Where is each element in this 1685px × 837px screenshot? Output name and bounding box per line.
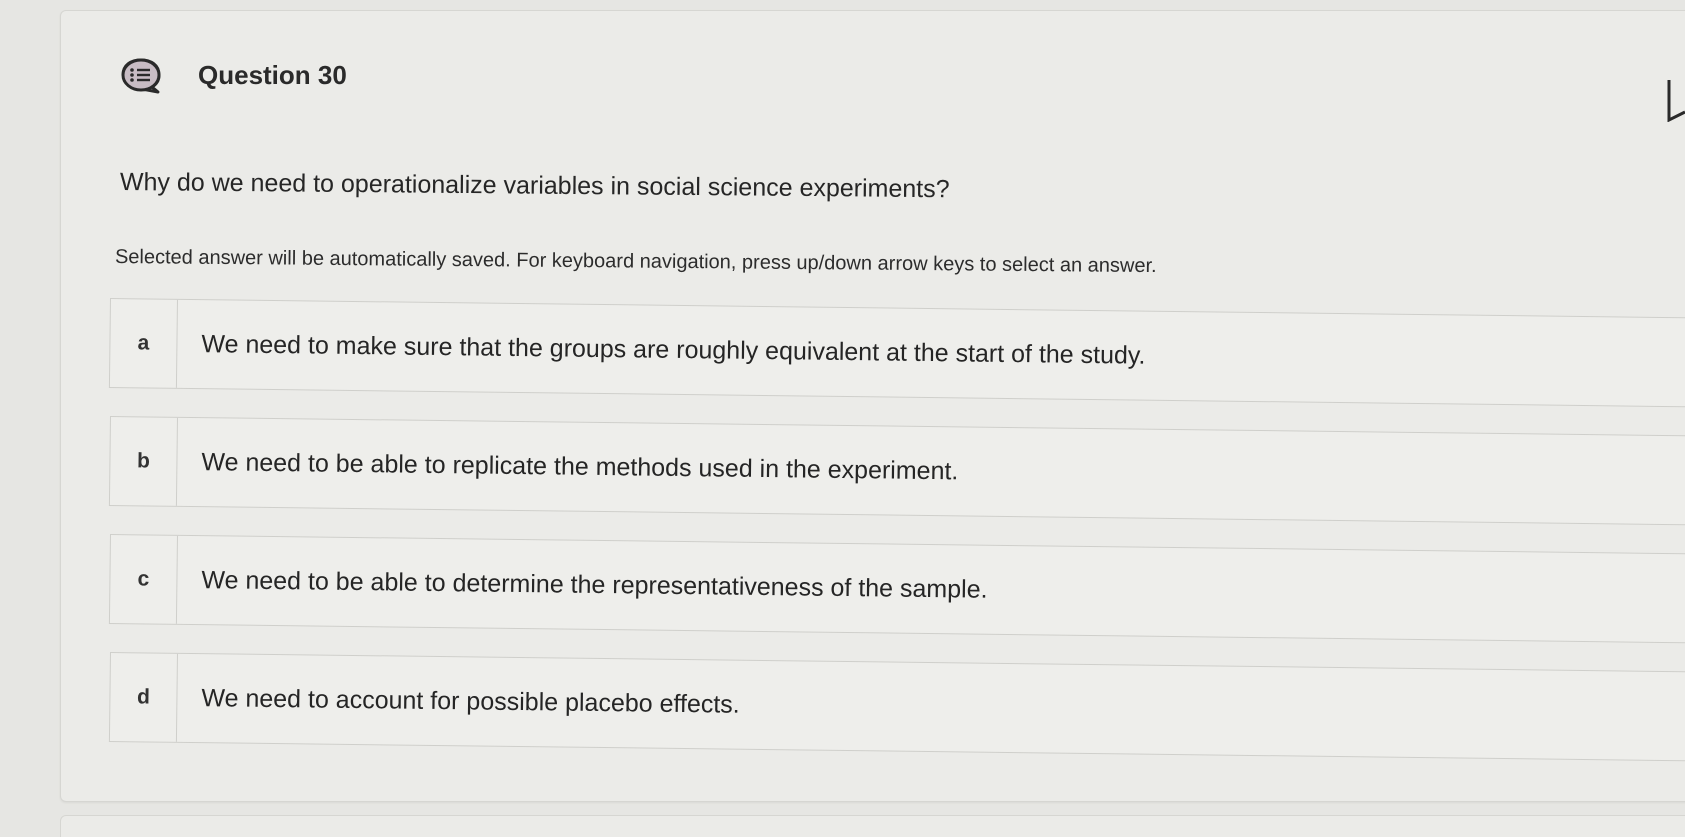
next-question-card <box>60 815 1685 837</box>
option-letter: a <box>109 299 178 388</box>
page: Question 30 Why do we need to operationa… <box>0 0 1685 837</box>
option-letter: b <box>109 417 178 506</box>
option-text: We need to be able to determine the repr… <box>201 565 988 604</box>
question-title: Question 30 <box>198 59 347 90</box>
option-text: We need to be able to replicate the meth… <box>201 447 959 485</box>
option-text: We need to account for possible placebo … <box>201 683 740 719</box>
option-letter: c <box>109 535 178 624</box>
question-list-icon <box>118 56 164 94</box>
option-text: We need to make sure that the groups are… <box>201 329 1146 370</box>
question-header: Question 30 <box>118 56 347 94</box>
option-letter: d <box>109 653 178 742</box>
flag-icon[interactable] <box>1665 78 1685 123</box>
